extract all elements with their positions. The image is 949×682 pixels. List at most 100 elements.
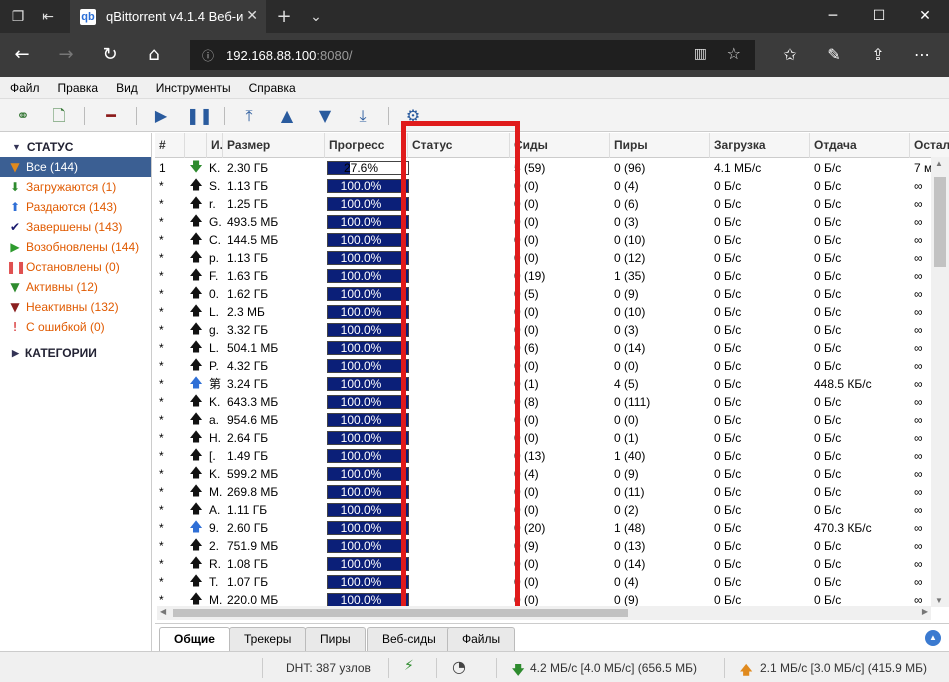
column-header[interactable]: Загрузка — [710, 133, 810, 158]
sidebar-filter-item[interactable]: ⬇ Загружаются (1) — [0, 177, 151, 197]
scroll-left-icon[interactable]: ◀ — [160, 607, 166, 616]
tab-peers[interactable]: Пиры — [305, 627, 366, 651]
add-link-icon[interactable]: ⚭ — [10, 103, 36, 129]
home-icon[interactable]: ⌂ — [140, 41, 168, 69]
table-row[interactable]: * 🡅 a. 954.6 МБ 100.0% 0 (0) 0 (0) 0 Б/с 0 Б/с ∞ — [155, 411, 931, 429]
peers-count: 0 (0) — [614, 413, 639, 427]
close-window-icon[interactable]: ✕ — [902, 0, 948, 33]
back-arrow-icon[interactable]: ← — [8, 41, 36, 69]
add-file-icon[interactable]: 🗋 — [46, 103, 72, 129]
table-row[interactable]: * 🡅 2. 751.9 МБ 100.0% 0 (9) 0 (13) 0 Б/с 0 Б/с ∞ — [155, 537, 931, 555]
resume-icon[interactable]: ▶ — [148, 103, 174, 129]
vertical-scrollbar[interactable]: ▲ ▼ — [931, 157, 949, 607]
table-row[interactable]: * 🡅 P. 4.32 ГБ 100.0% 0 (0) 0 (0) 0 Б/с 0 Б/с ∞ — [155, 357, 931, 375]
table-row[interactable]: * 🡅 H. 2.64 ГБ 100.0% 0 (0) 0 (1) 0 Б/с 0 Б/с ∞ — [155, 429, 931, 447]
column-header[interactable]: И. — [207, 133, 223, 158]
horizontal-scroll-thumb[interactable] — [173, 609, 628, 617]
move-down-icon[interactable]: ▼ — [312, 103, 338, 129]
column-header[interactable]: Размер — [223, 133, 325, 158]
site-info-icon[interactable]: ⓘ — [202, 47, 214, 64]
table-row[interactable]: * 🡅 p. 1.13 ГБ 100.0% 0 (0) 0 (12) 0 Б/с 0 Б/с ∞ — [155, 249, 931, 267]
column-header[interactable] — [185, 133, 207, 158]
close-tab-icon[interactable]: ✕ — [246, 8, 258, 24]
favorites-icon[interactable]: ✩ — [776, 41, 804, 69]
tab-trackers[interactable]: Трекеры — [229, 627, 307, 651]
table-row[interactable]: * 🡅 第 3.24 ГБ 100.0% 0 (1) 4 (5) 0 Б/с 448.5 КБ/… — [155, 375, 931, 393]
delete-icon[interactable]: ━ — [98, 103, 124, 129]
sidebar-filter-item[interactable]: ▶ Возобновлены (144) — [0, 237, 151, 257]
refresh-icon[interactable]: ↻ — [96, 41, 124, 69]
menu-tools[interactable]: Инструменты — [156, 81, 231, 95]
pen-icon[interactable]: ✎ — [820, 41, 848, 69]
table-row[interactable]: * 🡅 0. 1.62 ГБ 100.0% 0 (5) 0 (9) 0 Б/с 0 Б/с ∞ — [155, 285, 931, 303]
table-row[interactable]: * 🡅 R. 1.08 ГБ 100.0% 0 (0) 0 (14) 0 Б/с 0 Б/с ∞ — [155, 555, 931, 573]
table-row[interactable]: * 🡅 C. 144.5 МБ 100.0% 0 (0) 0 (10) 0 Б/с 0 Б/с ∞ — [155, 231, 931, 249]
table-row[interactable]: * 🡅 K. 643.3 МБ 100.0% 0 (8) 0 (111) 0 Б/с 0 Б/с… — [155, 393, 931, 411]
sidebar-filter-item[interactable]: ⬆ Раздаются (143) — [0, 197, 151, 217]
favorite-star-icon[interactable]: ☆ — [727, 44, 741, 63]
back-tabs-icon[interactable]: ⇤ — [38, 7, 58, 27]
sidebar-filter-item[interactable]: ✔ Завершены (143) — [0, 217, 151, 237]
new-tab-icon[interactable]: + — [274, 7, 294, 27]
column-header[interactable]: Прогресс — [325, 133, 408, 158]
menu-file[interactable]: Файл — [10, 81, 40, 95]
connection-status-icon[interactable]: ⚡ — [404, 658, 414, 674]
move-up-icon[interactable]: ▲ — [274, 103, 300, 129]
table-row[interactable]: * 🡅 F. 1.63 ГБ 100.0% 0 (19) 1 (35) 0 Б/с 0 Б/с ∞ — [155, 267, 931, 285]
uploading-active-arrow-icon: 🡅 — [189, 376, 203, 391]
tab-files[interactable]: Файлы — [447, 627, 516, 651]
horizontal-scrollbar[interactable]: ◀ ▶ — [157, 606, 931, 620]
table-row[interactable]: * 🡅 [. 1.49 ГБ 100.0% 0 (13) 1 (40) 0 Б/с 0 Б/с ∞ — [155, 447, 931, 465]
column-header[interactable]: # — [155, 133, 185, 158]
pause-icon[interactable]: ❚❚ — [186, 103, 213, 129]
tab-list-chevron-icon[interactable]: ⌄ — [306, 7, 326, 27]
sidebar-filter-item[interactable]: ! С ошибкой (0) — [0, 317, 151, 337]
table-row[interactable]: * 🡅 L. 504.1 МБ 100.0% 0 (6) 0 (14) 0 Б/с 0 Б/с ∞ — [155, 339, 931, 357]
table-row[interactable]: * 🡅 r. 1.25 ГБ 100.0% 0 (0) 0 (6) 0 Б/с 0 Б/с ∞ — [155, 195, 931, 213]
table-row[interactable]: * 🡅 G. 493.5 МБ 100.0% 0 (0) 0 (3) 0 Б/с 0 Б/с ∞ — [155, 213, 931, 231]
scroll-up-icon[interactable]: ▲ — [935, 159, 943, 168]
upload-speed-cell: 0 Б/с — [814, 341, 842, 355]
scroll-down-icon[interactable]: ▼ — [935, 596, 943, 605]
move-bottom-icon[interactable]: ⤓ — [350, 103, 376, 129]
table-row[interactable]: * 🡅 S. 1.13 ГБ 100.0% 0 (0) 0 (4) 0 Б/с 0 Б/с ∞ — [155, 177, 931, 195]
column-header[interactable]: Отдача — [810, 133, 910, 158]
sidebar-filter-item[interactable]: ▼ Все (144) — [0, 157, 151, 177]
tab-actions-icon[interactable]: ❐ — [8, 7, 28, 27]
column-header[interactable]: Пиры — [610, 133, 710, 158]
table-row[interactable]: * 🡅 A. 1.11 ГБ 100.0% 0 (0) 0 (2) 0 Б/с 0 Б/с ∞ — [155, 501, 931, 519]
sidebar-filter-item[interactable]: ❚❚ Остановлены (0) — [0, 257, 151, 277]
reading-view-icon[interactable]: ▥ — [694, 46, 707, 62]
sidebar-filter-item[interactable]: ▼ Активны (12) — [0, 277, 151, 297]
table-row[interactable]: 1 🡇 K. 2.30 ГБ 27.6% 5 (59) 0 (96) 4.1 МБ/с 0 Б/… — [155, 159, 932, 177]
minimize-icon[interactable]: ─ — [810, 0, 856, 33]
table-row[interactable]: * 🡅 M. 269.8 МБ 100.0% 0 (0) 0 (11) 0 Б/с 0 Б/с ∞ — [155, 483, 931, 501]
collapse-panel-icon[interactable]: ▲ — [925, 630, 941, 646]
browser-tab[interactable]: qb qBittorrent v4.1.4 Веб-и ✕ — [70, 0, 266, 33]
table-row[interactable]: * 🡅 L. 2.3 МБ 100.0% 0 (0) 0 (10) 0 Б/с 0 Б/с ∞ — [155, 303, 931, 321]
categories-header[interactable]: ▶ КАТЕГОРИИ — [0, 343, 151, 363]
status-header[interactable]: ▼ СТАТУС — [0, 137, 151, 157]
table-row[interactable]: * 🡅 T. 1.07 ГБ 100.0% 0 (0) 0 (4) 0 Б/с 0 Б/с ∞ — [155, 573, 931, 591]
speed-limit-gauge-icon[interactable]: ◔ — [452, 657, 466, 676]
tab-webseeds[interactable]: Веб-сиды — [367, 627, 451, 651]
share-icon[interactable]: ⇪ — [864, 41, 892, 69]
maximize-icon[interactable]: ☐ — [856, 0, 902, 33]
table-row[interactable]: * 🡅 9. 2.60 ГБ 100.0% 0 (20) 1 (48) 0 Б/с 470.3 … — [155, 519, 931, 537]
scroll-right-icon[interactable]: ▶ — [922, 607, 928, 616]
more-icon[interactable]: ⋯ — [908, 41, 936, 69]
sidebar-filter-item[interactable]: ▼ Неактивны (132) — [0, 297, 151, 317]
menu-view[interactable]: Вид — [116, 81, 138, 95]
forward-arrow-icon[interactable]: → — [52, 41, 80, 69]
column-header[interactable]: Сиды — [510, 133, 610, 158]
table-row[interactable]: * 🡅 K. 599.2 МБ 100.0% 0 (4) 0 (9) 0 Б/с 0 Б/с ∞ — [155, 465, 931, 483]
menu-help[interactable]: Справка — [249, 81, 296, 95]
column-header[interactable]: Остал — [910, 133, 949, 158]
table-row[interactable]: * 🡅 g. 3.32 ГБ 100.0% 0 (0) 0 (3) 0 Б/с 0 Б/с ∞ — [155, 321, 931, 339]
vertical-scroll-thumb[interactable] — [934, 177, 946, 267]
tab-general[interactable]: Общие — [159, 627, 230, 651]
sidebar-filter-label: Остановлены (0) — [26, 260, 120, 274]
address-bar[interactable]: ⓘ 192.168.88.100 :8080/ ▥ ☆ — [190, 40, 755, 70]
move-top-icon[interactable]: ⤒ — [236, 103, 262, 129]
menu-edit[interactable]: Правка — [58, 81, 99, 95]
